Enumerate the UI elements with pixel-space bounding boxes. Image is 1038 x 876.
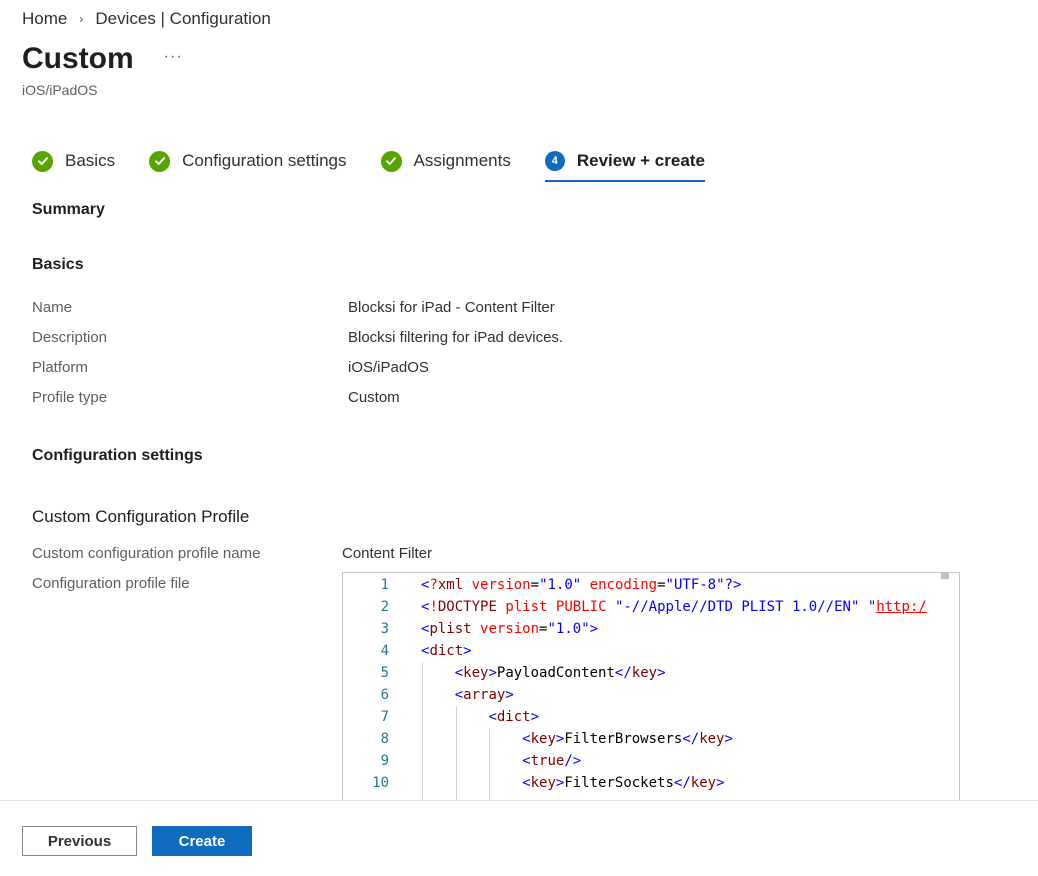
checkmark-icon [149,150,171,172]
row-label: Profile type [32,389,108,406]
breadcrumb-devices-configuration-link[interactable]: Devices | Configuration [95,9,270,29]
row-value: Blocksi for iPad - Content Filter [348,299,555,316]
profile-file-row: Configuration profile file [32,575,342,592]
row-label: Configuration profile file [32,575,190,592]
code-line: 4 <dict> [343,640,959,662]
step-basics[interactable]: Basics [32,148,115,174]
chevron-right-icon: › [79,12,84,26]
code-text: <!DOCTYPE plist PUBLIC "-//Apple//DTD PL… [421,599,927,615]
step-number-badge: 4 [544,151,565,171]
step-label: Configuration settings [182,151,347,170]
line-number: 10 [372,775,389,791]
line-number: 5 [380,665,389,681]
step-configuration-settings[interactable]: Configuration settings [149,148,347,174]
summary-row-profile-type: Profile type Custom [32,389,400,406]
profile-name-row: Custom configuration profile name Conten… [32,545,432,562]
code-text: <dict> [421,643,472,659]
page-title: Custom [22,42,134,75]
step-label: Basics [65,151,116,170]
line-number: 8 [380,731,389,747]
summary-heading: Summary [32,201,105,218]
line-number: 4 [380,643,389,659]
custom-configuration-profile-heading: Custom Configuration Profile [32,507,250,526]
row-label: Platform [32,359,88,376]
step-label: Assignments [413,151,511,170]
row-value: Custom [348,389,400,406]
code-line: 9 <true/> [343,750,959,772]
line-number: 2 [380,599,389,615]
code-line: 2 <!DOCTYPE plist PUBLIC "-//Apple//DTD P… [343,596,959,618]
configuration-settings-heading: Configuration settings [32,447,203,464]
code-text: <true/> [522,753,582,769]
page-subtitle: iOS/iPadOS [22,82,98,98]
indent-guide [455,706,457,803]
code-text: <key>FilterBrowsers</key> [522,731,733,747]
code-text: <plist version="1.0"> [421,621,599,637]
breadcrumb: Home › Devices | Configuration [22,9,271,29]
code-text: <dict> [488,709,540,725]
line-number: 1 [380,577,389,593]
line-number: 6 [380,687,389,703]
step-review-create[interactable]: 4 Review + create [544,148,705,182]
checkmark-icon [380,150,402,172]
code-line: 5 <key>PayloadContent</key> [343,662,959,684]
code-text: <key>PayloadContent</key> [454,665,666,681]
checkmark-icon [32,150,53,172]
code-line: 7 <dict> [343,706,959,728]
wizard-steps: Basics Configuration settings Assignment… [32,148,739,182]
basics-heading: Basics [32,256,84,273]
row-label: Custom configuration profile name [32,545,261,562]
code-text: <?xml version="1.0" encoding="UTF-8"?> [421,577,742,593]
summary-row-platform: Platform iOS/iPadOS [32,359,429,376]
breadcrumb-home-link[interactable]: Home [22,9,67,29]
line-number: 7 [380,709,389,725]
code-line: 3 <plist version="1.0"> [343,618,959,640]
code-line: 6 <array> [343,684,959,706]
line-number: 3 [380,621,389,637]
code-line: 1 <?xml version="1.0" encoding="UTF-8"?> [343,574,959,596]
more-options-icon[interactable]: ··· [164,48,183,66]
row-label: Name [32,299,73,316]
indent-guide [489,728,491,803]
step-assignments[interactable]: Assignments [380,148,511,174]
step-label: Review + create [576,151,705,170]
line-number: 9 [380,753,389,769]
page: Home › Devices | Configuration Custom ··… [0,0,1038,876]
code-text: <array> [454,687,514,703]
row-label: Description [32,329,108,346]
code-line: 8 <key>FilterBrowsers</key> [343,728,959,750]
title-row: Custom ··· [22,42,183,76]
summary-row-description: Description Blocksi filtering for iPad d… [32,329,563,346]
code-text: <key>FilterSockets</key> [522,775,725,791]
create-button[interactable]: Create [152,826,252,856]
code-editor[interactable]: 1 <?xml version="1.0" encoding="UTF-8"?> 2… [342,572,960,803]
code-line: 10 <key>FilterSockets</key> [343,772,959,794]
previous-button[interactable]: Previous [22,826,137,856]
footer-bar: Previous Create [0,800,1038,876]
row-value: Content Filter [342,545,433,562]
summary-row-name: Name Blocksi for iPad - Content Filter [32,299,555,316]
indent-guide [422,662,423,803]
row-value: Blocksi filtering for iPad devices. [348,329,564,346]
row-value: iOS/iPadOS [348,359,429,376]
